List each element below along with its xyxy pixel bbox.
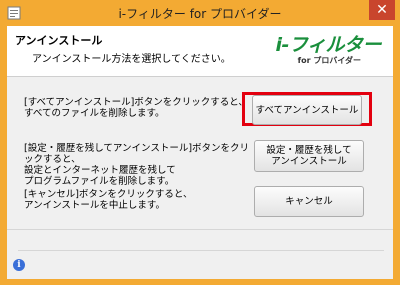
window-frame-left xyxy=(0,26,7,285)
option-keep-description: [設定・履歴を残してアンインストール]ボタンをクリックすると、 設定とインターネ… xyxy=(24,143,254,187)
option-cancel-desc-line1: [キャンセル]ボタンをクリックすると、 xyxy=(24,189,193,200)
option-keep-desc-line2: 設定とインターネット履歴を残して xyxy=(24,165,176,176)
installer-window: i-フィルター for プロバイダー ✕ アンインストール アンインストール方法… xyxy=(0,0,400,285)
window-frame-right xyxy=(393,26,400,285)
option-keep-desc-line3: プログラムファイルを削除します。 xyxy=(24,176,175,187)
logo-subtext: for プロバイダー xyxy=(297,56,361,65)
option-all-description: [すべてアンインストール]ボタンをクリックすると、 すべてのファイルを削除します… xyxy=(24,97,254,119)
close-button[interactable]: ✕ xyxy=(369,0,395,20)
page-title: アンインストール xyxy=(15,34,103,47)
option-cancel-desc-line2: アンインストールを中止します。 xyxy=(24,200,165,211)
keep-button-line1: 設定・履歴を残して xyxy=(266,145,352,156)
footer-divider xyxy=(18,250,384,251)
uninstall-all-button[interactable]: すべてアンインストール xyxy=(252,95,362,125)
option-all-desc-line2: すべてのファイルを削除します。 xyxy=(24,108,165,119)
option-all-desc-line1: [すべてアンインストール]ボタンをクリックすると、 xyxy=(24,97,248,108)
option-cancel-description: [キャンセル]ボタンをクリックすると、 アンインストールを中止します。 xyxy=(24,189,254,211)
uninstall-keep-settings-button[interactable]: 設定・履歴を残して アンインストール xyxy=(254,140,364,172)
keep-button-line2: アンインストール xyxy=(271,156,347,167)
option-keep-desc-line1: [設定・履歴を残してアンインストール]ボタンをクリックすると、 xyxy=(24,143,250,165)
cancel-button[interactable]: キャンセル xyxy=(254,186,364,217)
window-title: i-フィルター for プロバイダー xyxy=(118,7,282,21)
brand-logo: i-フィルター for プロバイダー xyxy=(269,30,381,72)
info-icon[interactable]: i xyxy=(13,259,25,271)
title-bar[interactable]: i-フィルター for プロバイダー ✕ xyxy=(0,0,400,26)
window-frame-bottom xyxy=(0,278,400,285)
logo-text: i-フィルター xyxy=(275,34,381,56)
page-subtitle: アンインストール方法を選択してください。 xyxy=(32,54,231,65)
header-panel: アンインストール アンインストール方法を選択してください。 i-フィルター fo… xyxy=(7,26,393,77)
footer-bar xyxy=(7,229,393,279)
